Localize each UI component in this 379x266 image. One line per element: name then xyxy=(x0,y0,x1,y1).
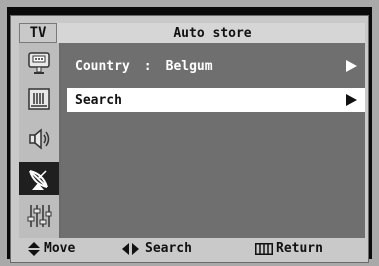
search-hint-label: Search xyxy=(145,241,192,256)
country-label: Country xyxy=(75,58,130,74)
channel-antenna-icon[interactable] xyxy=(19,162,59,195)
search-hint: Search xyxy=(122,238,192,259)
return-hint: Return xyxy=(255,238,323,259)
menu-bars-icon xyxy=(255,242,273,255)
arrow-right-icon xyxy=(346,94,357,106)
menu-content: Country : Belgum Search xyxy=(61,43,365,238)
left-right-arrows-icon xyxy=(122,242,139,255)
source-tag: TV xyxy=(19,23,57,43)
arrow-right-icon xyxy=(346,60,357,72)
search-menu-item[interactable]: Search xyxy=(67,88,365,112)
country-separator: : xyxy=(143,58,152,74)
country-value: Belgum xyxy=(165,58,213,74)
menu-sidebar xyxy=(19,43,61,238)
return-hint-label: Return xyxy=(276,241,323,256)
picture-icon[interactable] xyxy=(19,46,59,79)
setup-sliders-icon[interactable] xyxy=(19,199,59,232)
search-label: Search xyxy=(75,92,122,108)
country-menu-item[interactable]: Country : Belgum xyxy=(67,54,365,78)
menu-title: Auto store xyxy=(173,25,252,41)
speaker-icon[interactable] xyxy=(19,122,59,155)
up-down-arrows-icon xyxy=(28,241,40,256)
help-bar: Move Search Return xyxy=(19,238,365,259)
move-hint-label: Move xyxy=(44,241,76,256)
sound-icon[interactable] xyxy=(19,82,59,115)
move-hint: Move xyxy=(27,238,75,259)
